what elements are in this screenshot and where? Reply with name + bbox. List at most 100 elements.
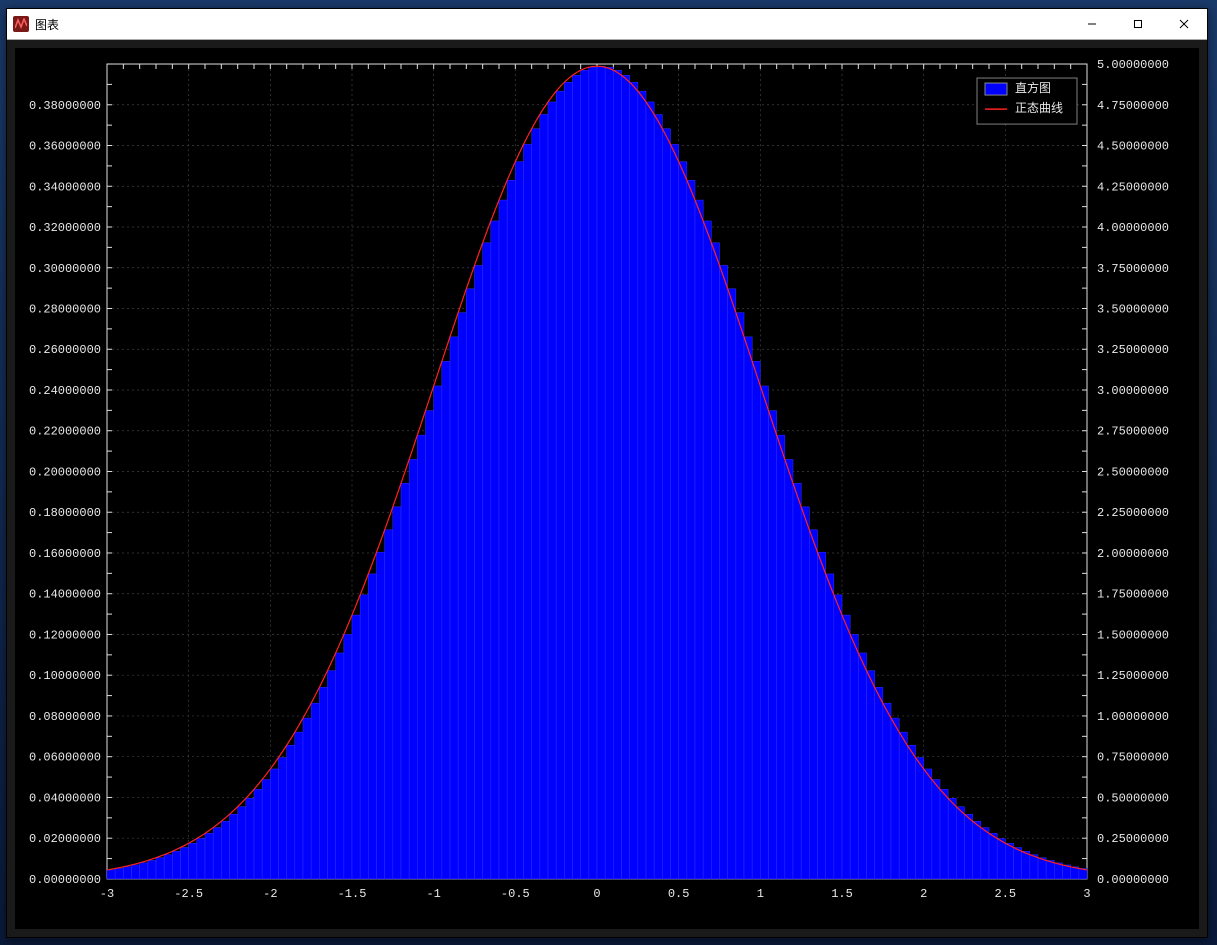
histogram-bar (981, 828, 989, 879)
histogram-bar (703, 221, 711, 879)
y-right-tick-label: 3.50000000 (1097, 302, 1169, 316)
histogram-bar (818, 552, 826, 879)
y-left-tick-label: 0.32000000 (29, 221, 101, 235)
histogram-bar (221, 821, 229, 879)
x-tick-label: 0 (593, 887, 600, 901)
histogram-bar (875, 687, 883, 879)
histogram-bar (148, 860, 156, 879)
y-left-tick-label: 0.30000000 (29, 262, 101, 276)
histogram-bar (858, 653, 866, 879)
histogram-bar (230, 814, 238, 879)
y-right-tick-label: 4.00000000 (1097, 221, 1169, 235)
y-right-tick-label: 1.50000000 (1097, 628, 1169, 642)
histogram-bar (842, 615, 850, 879)
chart-window: 图表 0.000000000.020000000.040000000.06000… (6, 8, 1208, 938)
histogram-bar (622, 75, 630, 879)
histogram-bar (475, 265, 483, 879)
x-tick-label: 3 (1083, 887, 1090, 901)
y-right-tick-label: 3.25000000 (1097, 343, 1169, 357)
histogram-bar (948, 798, 956, 879)
histogram-bar (989, 833, 997, 879)
histogram-bar (613, 70, 621, 879)
y-left-tick-label: 0.12000000 (29, 628, 101, 642)
histogram-bar (916, 758, 924, 879)
histogram-bar (581, 70, 589, 879)
histogram-bar (891, 718, 899, 879)
y-left-tick-label: 0.36000000 (29, 140, 101, 154)
y-right-tick-label: 0.50000000 (1097, 791, 1169, 805)
histogram-bar (1030, 855, 1038, 879)
legend-swatch (985, 83, 1007, 95)
y-right-tick-label: 3.00000000 (1097, 384, 1169, 398)
histogram-bar (899, 732, 907, 879)
y-right-tick-label: 1.75000000 (1097, 588, 1169, 602)
histogram-bar (270, 769, 278, 879)
chart-plot-area[interactable]: 0.000000000.020000000.040000000.06000000… (15, 48, 1199, 929)
histogram-bar (344, 634, 352, 878)
histogram-bar (377, 552, 385, 879)
app-icon (13, 16, 29, 32)
desktop-background: 图表 0.000000000.020000000.040000000.06000… (0, 0, 1217, 945)
histogram-bar (883, 703, 891, 879)
x-tick-label: 1 (757, 887, 764, 901)
histogram-bar (426, 411, 434, 879)
histogram-bar (172, 851, 180, 879)
y-right-tick-label: 2.00000000 (1097, 547, 1169, 561)
histogram-bar (605, 67, 613, 879)
y-right-tick-label: 2.50000000 (1097, 465, 1169, 479)
y-left-tick-label: 0.14000000 (29, 588, 101, 602)
maximize-button[interactable] (1115, 9, 1161, 39)
y-left-tick-label: 0.00000000 (29, 873, 101, 887)
histogram-bar (907, 745, 915, 879)
histogram-bar (303, 718, 311, 879)
histogram-bar (401, 483, 409, 879)
histogram-bar (483, 243, 491, 879)
histogram-bar (442, 361, 450, 879)
histogram-bar (760, 386, 768, 879)
x-tick-label: -2.5 (174, 887, 203, 901)
histogram-bar (548, 102, 556, 879)
histogram-bar (736, 313, 744, 879)
y-right-tick-label: 1.00000000 (1097, 710, 1169, 724)
histogram-bar (769, 411, 777, 879)
histogram-bar (573, 75, 581, 879)
histogram-bar (1014, 847, 1022, 878)
histogram-bar (654, 114, 662, 878)
histogram-bar (507, 180, 515, 879)
histogram-bar (450, 337, 458, 879)
chart-outer-frame: 0.000000000.020000000.040000000.06000000… (7, 40, 1207, 937)
y-right-tick-label: 0.75000000 (1097, 751, 1169, 765)
y-left-tick-label: 0.16000000 (29, 547, 101, 561)
histogram-bar (589, 67, 597, 879)
histogram-bar (956, 807, 964, 879)
histogram-bar (850, 634, 858, 878)
histogram-bar (164, 855, 172, 879)
histogram-bar (924, 769, 932, 879)
y-left-tick-label: 0.22000000 (29, 425, 101, 439)
minimize-button[interactable] (1069, 9, 1115, 39)
y-right-tick-label: 2.25000000 (1097, 506, 1169, 520)
histogram-bar (695, 200, 703, 879)
histogram-bar (107, 870, 115, 879)
y-right-tick-label: 5.00000000 (1097, 58, 1169, 72)
histogram-bar (997, 839, 1005, 879)
histogram-bar (564, 82, 572, 879)
histogram-bar (630, 82, 638, 879)
histogram-bar (834, 595, 842, 879)
histogram-bar (132, 865, 140, 879)
close-button[interactable] (1161, 9, 1207, 39)
histogram-bar (728, 289, 736, 879)
y-left-tick-label: 0.24000000 (29, 384, 101, 398)
histogram-bar (115, 868, 123, 878)
histogram-bar (466, 289, 474, 879)
histogram-bar (140, 863, 148, 879)
title-bar[interactable]: 图表 (7, 9, 1207, 40)
histogram-bar (360, 595, 368, 879)
y-right-tick-label: 4.25000000 (1097, 180, 1169, 194)
x-tick-label: 2 (920, 887, 927, 901)
histogram-bar (279, 758, 287, 879)
histogram-bar (417, 435, 425, 879)
y-right-tick-label: 0.00000000 (1097, 873, 1169, 887)
histogram-bar (932, 780, 940, 879)
histogram-bar (262, 780, 270, 879)
